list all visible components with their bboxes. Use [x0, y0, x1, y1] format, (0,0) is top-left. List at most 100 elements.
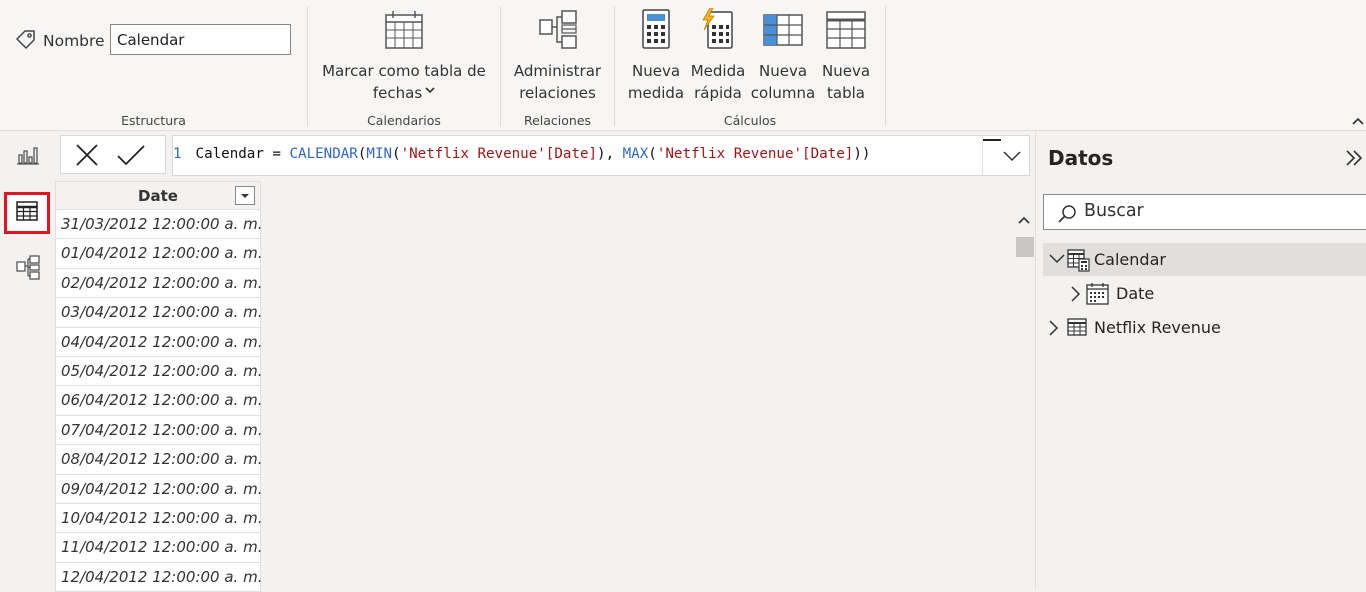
table-cell[interactable]: 03/04/2012 12:00:00 a. m. [55, 298, 262, 328]
table-cell[interactable]: 10/04/2012 12:00:00 a. m. [55, 503, 262, 534]
scroll-up-icon[interactable] [1018, 216, 1030, 224]
formula-function: MIN [366, 146, 393, 162]
tree-item-label: Netflix Revenue [1094, 318, 1221, 337]
column-header-label: Date [138, 187, 178, 205]
table-view-button[interactable] [4, 192, 50, 234]
table-cell[interactable]: 01/04/2012 12:00:00 a. m. [55, 239, 262, 269]
date-hierarchy-icon [1086, 283, 1109, 305]
chevron-down-icon[interactable] [1049, 254, 1065, 264]
calculator-icon [627, 8, 685, 52]
formula-function: MAX [622, 146, 649, 162]
commit-formula-button[interactable] [116, 144, 146, 170]
tag-icon [14, 28, 38, 56]
table-cell[interactable]: 12/04/2012 12:00:00 a. m. [55, 562, 262, 592]
formula-table-name: Calendar [195, 146, 264, 162]
mark-as-date-table-label-1: Marcar como tabla de [322, 62, 486, 80]
formula-argument: 'Netflix Revenue'[Date] [400, 146, 598, 162]
group-estructura: Nombre Estructura [0, 0, 307, 130]
formula-paren: ( [392, 146, 401, 162]
manage-relationships-label-1: Administrar [513, 62, 602, 80]
calendar-icon [308, 8, 500, 52]
table-cell[interactable]: 11/04/2012 12:00:00 a. m. [55, 533, 262, 563]
model-view-button[interactable] [6, 249, 50, 289]
group-label-calendarios: Calendarios [367, 113, 441, 128]
table-cell[interactable]: 09/04/2012 12:00:00 a. m. [55, 474, 262, 504]
tree-item-netflix-revenue[interactable]: Netflix Revenue [1043, 311, 1366, 344]
double-chevron-right-icon [1346, 150, 1363, 166]
data-grid: Date 31/03/2012 12:00:00 a. m. 01/04/2012… [55, 181, 262, 592]
close-icon [76, 144, 98, 166]
formula-divider-mark [983, 139, 1001, 141]
table-cell[interactable]: 07/04/2012 12:00:00 a. m. [55, 415, 262, 446]
filter-dropdown-button[interactable] [235, 186, 255, 205]
vertical-scrollbar[interactable] [1015, 210, 1035, 590]
tree-item-label: Date [1116, 284, 1155, 303]
table-cell[interactable]: 05/04/2012 12:00:00 a. m. [55, 356, 262, 387]
manage-relationships-button[interactable]: Administrar relaciones [501, 8, 614, 104]
data-pane: Datos Buscar Calendar Date Netflix Reven… [1035, 131, 1366, 590]
group-relaciones: Administrar relaciones Relaciones [501, 0, 614, 130]
data-pane-title: Datos [1048, 146, 1114, 170]
chevron-right-icon[interactable] [1049, 320, 1059, 336]
chevron-down-icon [241, 194, 249, 198]
table-cell[interactable]: 06/04/2012 12:00:00 a. m. [55, 386, 262, 416]
formula-function: CALENDAR [289, 146, 358, 162]
search-box[interactable]: Buscar [1043, 194, 1366, 230]
formula-expand-button[interactable] [982, 136, 1029, 175]
formula-operator: = [263, 146, 290, 162]
tree-item-calendar[interactable]: Calendar [1043, 243, 1366, 276]
ribbon-divider [885, 6, 886, 126]
new-column-button[interactable]: Nueva columna [749, 8, 817, 104]
column-header-date[interactable]: Date [55, 181, 261, 210]
table-cell[interactable]: 31/03/2012 12:00:00 a. m. [55, 210, 262, 240]
formula-editor[interactable]: 1 Calendar = CALENDAR(MIN('Netflix Revenu… [172, 135, 1030, 176]
search-input[interactable]: Buscar [1084, 201, 1144, 221]
ribbon: Nombre Estructura Marcar como tabla de f… [0, 0, 1366, 131]
scroll-thumb[interactable] [1016, 237, 1034, 257]
group-calendarios: Marcar como tabla de fechas Calendarios [308, 0, 500, 130]
formula-paren: )) [853, 146, 871, 162]
tree-item-label: Calendar [1094, 250, 1166, 269]
new-column-icon [749, 8, 817, 52]
chevron-down-icon [425, 86, 435, 102]
quick-measure-label-2: rápida [694, 84, 742, 102]
name-input[interactable] [110, 24, 291, 55]
model-icon [15, 254, 41, 284]
report-view-button[interactable] [6, 137, 50, 177]
collapse-ribbon-icon[interactable] [1352, 112, 1364, 131]
new-column-label-1: Nueva [758, 62, 808, 80]
view-switcher [0, 131, 54, 590]
search-icon [1058, 205, 1076, 223]
table-cell[interactable]: 04/04/2012 12:00:00 a. m. [55, 327, 262, 357]
relationships-icon [501, 8, 614, 52]
group-calculos: Nueva medida Medida rápida Nueva columna… [615, 0, 885, 130]
cancel-formula-button[interactable] [74, 144, 100, 170]
group-label-relaciones: Relaciones [523, 113, 592, 128]
table-cell[interactable]: 08/04/2012 12:00:00 a. m. [55, 445, 262, 475]
grid-rows: 31/03/2012 12:00:00 a. m. 01/04/2012 12:0… [55, 210, 262, 592]
quick-measure-label-1: Medida [690, 62, 746, 80]
collapse-pane-button[interactable] [1344, 149, 1364, 171]
mark-as-date-table-label-2: fechas [372, 84, 423, 102]
bar-chart-icon [16, 143, 40, 171]
new-table-label-2: tabla [827, 84, 865, 102]
new-table-button[interactable]: Nueva tabla [817, 8, 875, 104]
new-measure-button[interactable]: Nueva medida [627, 8, 685, 104]
new-table-icon [817, 8, 875, 52]
mark-as-date-table-button[interactable]: Marcar como tabla de fechas [308, 8, 500, 104]
quick-measure-button[interactable]: Medida rápida [687, 8, 749, 104]
formula-paren: ), [597, 146, 623, 162]
formula-line-number: 1 [173, 146, 182, 162]
tree-item-date[interactable]: Date [1043, 277, 1366, 310]
table-canvas [262, 181, 1017, 590]
formula-argument: 'Netflix Revenue'[Date] [656, 146, 854, 162]
check-icon [117, 145, 145, 166]
chevron-down-icon [1003, 151, 1021, 162]
calculated-table-icon [1067, 249, 1090, 272]
name-label: Nombre [43, 32, 105, 50]
formula-actions [60, 135, 166, 174]
chevron-right-icon[interactable] [1071, 286, 1081, 302]
group-label-calculos: Cálculos [723, 113, 777, 128]
table-cell[interactable]: 02/04/2012 12:00:00 a. m. [55, 268, 262, 299]
quick-measure-icon [687, 8, 749, 52]
